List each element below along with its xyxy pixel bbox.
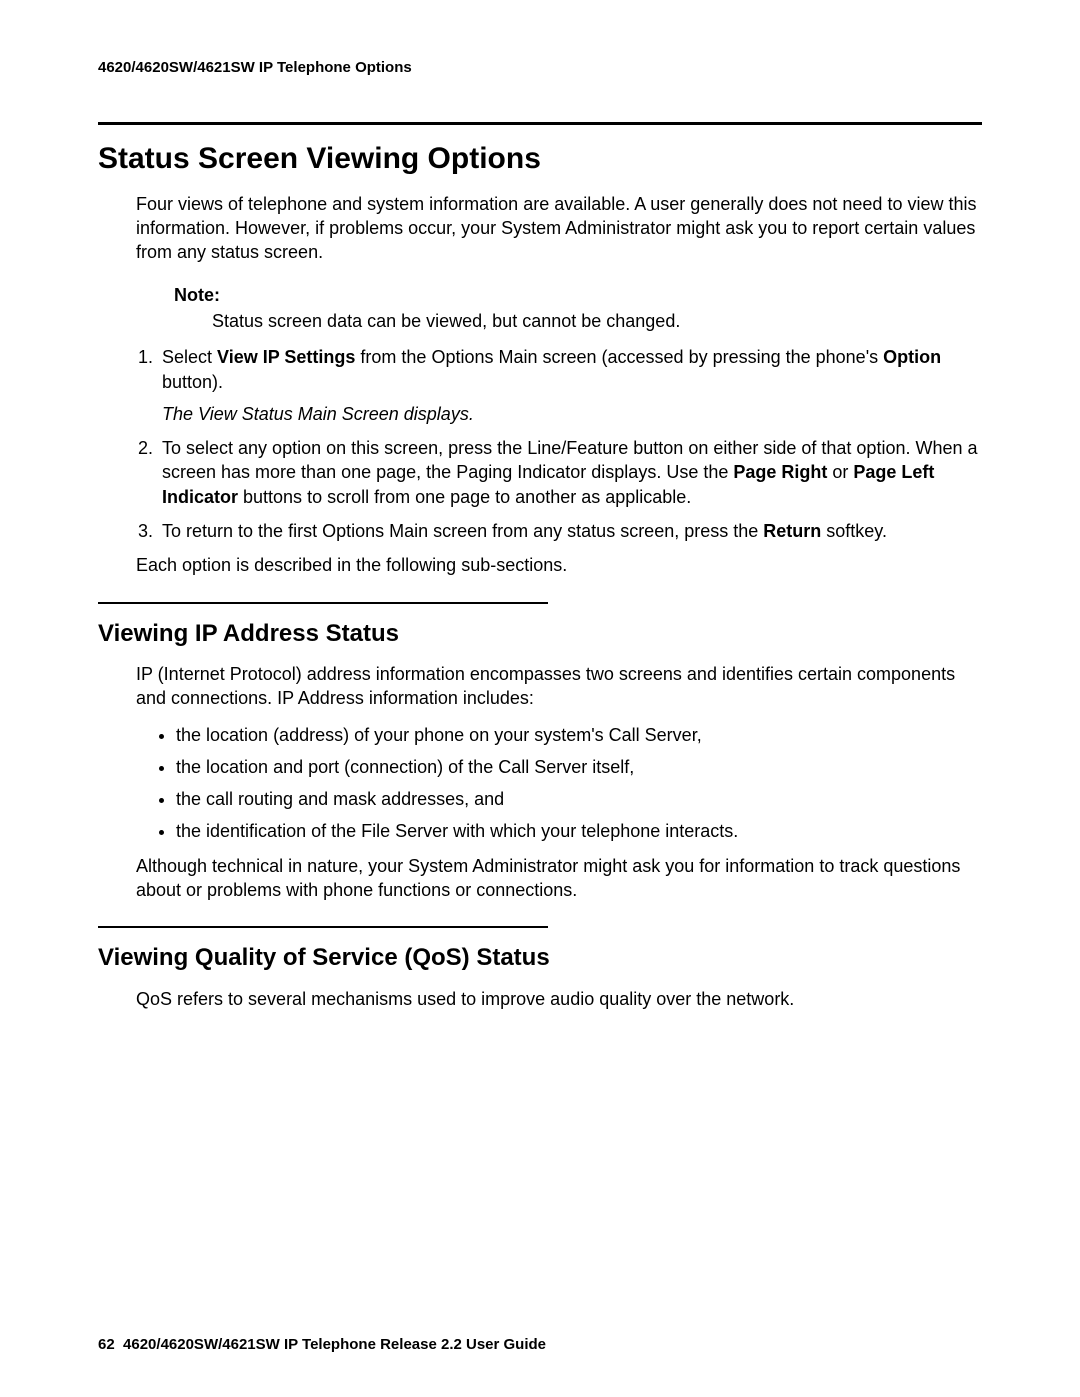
page-number: 62 bbox=[98, 1336, 115, 1353]
ip-bullet-list: the location (address) of your phone on … bbox=[98, 723, 982, 844]
section-rule bbox=[98, 122, 982, 125]
ip-bullet-1: the location and port (connection) of th… bbox=[176, 755, 982, 779]
step-3: To return to the first Options Main scre… bbox=[158, 519, 982, 543]
step3-text-b: softkey. bbox=[821, 521, 887, 541]
note-label: Note: bbox=[174, 283, 982, 307]
step-2: To select any option on this screen, pre… bbox=[158, 436, 982, 509]
ip-intro-paragraph: IP (Internet Protocol) address informati… bbox=[136, 662, 982, 711]
ip-intro-block: IP (Internet Protocol) address informati… bbox=[136, 662, 982, 711]
ip-outro-block: Although technical in nature, your Syste… bbox=[136, 854, 982, 903]
steps-list: Select View IP Settings from the Options… bbox=[98, 345, 982, 543]
step3-text-a: To return to the first Options Main scre… bbox=[162, 521, 763, 541]
step1-text-c: button). bbox=[162, 372, 223, 392]
ip-bullet-3: the identification of the File Server wi… bbox=[176, 819, 982, 843]
page-title: Status Screen Viewing Options bbox=[98, 139, 982, 180]
running-header: 4620/4620SW/4621SW IP Telephone Options bbox=[98, 58, 982, 78]
step2-text-b: or bbox=[827, 462, 853, 482]
step1-result: The View Status Main Screen displays. bbox=[162, 402, 982, 426]
after-steps-paragraph: Each option is described in the followin… bbox=[136, 553, 982, 577]
step1-text-b: from the Options Main screen (accessed b… bbox=[355, 347, 883, 367]
note-body: Status screen data can be viewed, but ca… bbox=[212, 309, 982, 333]
subsection-rule-ip bbox=[98, 602, 548, 604]
qos-body-block: QoS refers to several mechanisms used to… bbox=[136, 987, 982, 1011]
step3-bold-return: Return bbox=[763, 521, 821, 541]
page-footer: 62 4620/4620SW/4621SW IP Telephone Relea… bbox=[98, 1335, 546, 1355]
document-page: 4620/4620SW/4621SW IP Telephone Options … bbox=[0, 0, 1080, 1397]
intro-block: Four views of telephone and system infor… bbox=[136, 192, 982, 333]
ip-outro-paragraph: Although technical in nature, your Syste… bbox=[136, 854, 982, 903]
ip-bullet-0: the location (address) of your phone on … bbox=[176, 723, 982, 747]
footer-doc-title: 4620/4620SW/4621SW IP Telephone Release … bbox=[123, 1336, 546, 1353]
step2-text-c: buttons to scroll from one page to anoth… bbox=[238, 487, 691, 507]
step1-bold-option: Option bbox=[883, 347, 941, 367]
after-steps-block: Each option is described in the followin… bbox=[136, 553, 982, 577]
section-title-ip: Viewing IP Address Status bbox=[98, 618, 982, 650]
step1-bold-view-ip: View IP Settings bbox=[217, 347, 355, 367]
step-1: Select View IP Settings from the Options… bbox=[158, 345, 982, 426]
intro-paragraph: Four views of telephone and system infor… bbox=[136, 192, 982, 265]
step2-bold-page-right: Page Right bbox=[733, 462, 827, 482]
qos-body-paragraph: QoS refers to several mechanisms used to… bbox=[136, 987, 982, 1011]
step1-text-a: Select bbox=[162, 347, 217, 367]
ip-bullet-2: the call routing and mask addresses, and bbox=[176, 787, 982, 811]
section-title-qos: Viewing Quality of Service (QoS) Status bbox=[98, 942, 982, 974]
subsection-rule-qos bbox=[98, 926, 548, 928]
